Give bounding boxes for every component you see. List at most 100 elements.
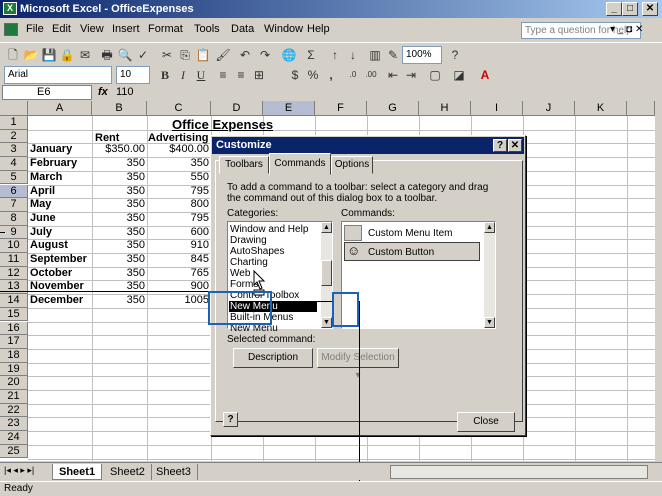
chart-wizard-icon[interactable]: ▥ <box>366 46 384 64</box>
month-cell[interactable]: December <box>28 294 92 306</box>
tab-options[interactable]: Options <box>331 156 373 174</box>
rent-cell[interactable]: $350.00 <box>92 143 147 155</box>
rent-cell[interactable]: 350 <box>92 267 147 279</box>
rent-cell[interactable]: 350 <box>92 171 147 183</box>
autosum-icon[interactable]: Σ <box>302 46 320 64</box>
command-item[interactable]: Custom Menu Item <box>368 228 452 239</box>
menu-format[interactable]: Format <box>148 23 183 35</box>
row-header[interactable]: 17 <box>0 335 28 349</box>
commands-scrollbar[interactable]: ▲ ▼ <box>484 222 495 328</box>
undo-icon[interactable]: ↶ <box>236 46 254 64</box>
sort-ascending-icon[interactable]: ↑ <box>326 46 344 64</box>
row-header[interactable]: 25 <box>0 444 28 459</box>
sheet-tab-2[interactable]: Sheet2 <box>104 464 152 480</box>
minimize-button[interactable]: _ <box>606 2 622 16</box>
advertising-cell[interactable]: 910 <box>147 239 211 251</box>
month-cell[interactable]: April <box>28 185 92 197</box>
row-header[interactable]: 15 <box>0 307 28 322</box>
category-item[interactable]: Web <box>230 268 250 279</box>
close-button[interactable]: ✕ <box>642 2 658 16</box>
sort-descending-icon[interactable]: ↓ <box>344 46 362 64</box>
scroll-up-icon[interactable]: ▲ <box>484 222 495 233</box>
font-select[interactable]: Arial <box>4 66 112 84</box>
category-item[interactable]: Drawing <box>230 235 267 246</box>
tab-commands[interactable]: Commands <box>269 153 331 175</box>
advertising-cell[interactable]: $400.00 <box>147 143 211 155</box>
scroll-up-icon[interactable]: ▲ <box>321 222 332 233</box>
fx-icon[interactable]: fx <box>98 85 108 100</box>
advertising-cell[interactable]: 765 <box>147 267 211 279</box>
advertising-cell[interactable]: 795 <box>147 212 211 224</box>
font-size-select[interactable]: 10 <box>116 66 150 84</box>
column-header[interactable]: B <box>92 101 147 116</box>
row-header[interactable]: 3 <box>0 143 28 158</box>
font-color-icon[interactable]: A <box>476 66 494 84</box>
formula-value[interactable]: 110 <box>116 85 134 100</box>
dialog-help-button[interactable]: ? <box>493 139 507 152</box>
comma-button[interactable]: , <box>322 66 340 84</box>
email-icon[interactable]: ✉ <box>76 46 94 64</box>
scroll-down-icon[interactable]: ▼ <box>484 317 495 328</box>
help-button[interactable]: ? <box>223 412 238 427</box>
modify-selection-button[interactable]: Modify Selection ▾ <box>317 348 399 381</box>
advertising-cell[interactable]: 550 <box>147 171 211 183</box>
rent-header[interactable]: Rent <box>92 132 147 144</box>
row-header[interactable]: 20 <box>0 376 28 390</box>
menu-file[interactable]: File <box>26 23 44 35</box>
rent-cell[interactable]: 350 <box>92 185 147 197</box>
column-header[interactable]: K <box>575 101 627 116</box>
sheet-tab-3[interactable]: Sheet3 <box>150 464 198 480</box>
sheet-title[interactable]: Office Expenses <box>172 117 273 132</box>
rent-cell[interactable]: 350 <box>92 253 147 265</box>
row-header[interactable]: 7 <box>0 198 28 212</box>
advertising-cell[interactable]: 350 <box>147 157 211 169</box>
open-icon[interactable]: 📂 <box>22 46 40 64</box>
excel-app-icon[interactable]: X <box>3 2 17 15</box>
format-painter-icon[interactable]: 🖌 <box>214 46 232 64</box>
month-cell[interactable]: May <box>28 198 92 210</box>
menu-tools[interactable]: Tools <box>194 23 220 35</box>
month-cell[interactable]: March <box>28 171 92 183</box>
dialog-close-button[interactable]: ✕ <box>508 139 522 152</box>
help-icon[interactable]: ? <box>446 46 464 64</box>
column-header[interactable]: G <box>367 101 419 116</box>
borders-icon[interactable]: ▢ <box>426 66 444 84</box>
month-cell[interactable]: July <box>28 226 92 238</box>
column-header[interactable]: E <box>263 101 315 116</box>
advertising-cell[interactable]: 800 <box>147 198 211 210</box>
description-button[interactable]: Description <box>233 348 313 368</box>
doc-window-controls[interactable]: ▾ _ ◘ ✕ <box>610 24 643 35</box>
column-header[interactable]: A <box>28 101 92 116</box>
scroll-thumb[interactable] <box>321 260 332 286</box>
month-cell[interactable]: August <box>28 239 92 251</box>
month-cell[interactable]: February <box>28 157 92 169</box>
advertising-cell[interactable]: 845 <box>147 253 211 265</box>
align-center-icon[interactable]: ≡ <box>232 66 250 84</box>
row-header[interactable]: 6 <box>0 184 28 199</box>
align-left-icon[interactable]: ≡ <box>214 66 232 84</box>
advertising-cell[interactable]: 795 <box>147 185 211 197</box>
row-header[interactable]: 1 <box>0 116 28 130</box>
column-header[interactable]: F <box>315 101 367 116</box>
row-header[interactable]: 22 <box>0 403 28 418</box>
copy-icon[interactable]: ⎘ <box>176 46 194 64</box>
italic-button[interactable]: I <box>174 66 192 84</box>
row-header[interactable]: 14 <box>0 294 28 308</box>
advertising-header[interactable]: Advertising <box>147 132 211 144</box>
merge-center-icon[interactable]: ⊞ <box>250 66 268 84</box>
rent-cell[interactable]: 350 <box>92 198 147 210</box>
row-header[interactable]: 13 <box>0 280 28 295</box>
rent-cell[interactable]: 350 <box>92 212 147 224</box>
row-header[interactable]: 23 <box>0 417 28 432</box>
menu-insert[interactable]: Insert <box>112 23 140 35</box>
bold-button[interactable]: B <box>156 66 174 84</box>
horizontal-scrollbar[interactable] <box>390 465 648 479</box>
menu-edit[interactable]: Edit <box>52 23 71 35</box>
cut-icon[interactable]: ✂ <box>158 46 176 64</box>
paste-icon[interactable]: 📋 <box>194 46 212 64</box>
rent-cell[interactable]: 350 <box>92 294 147 306</box>
rent-cell[interactable]: 350 <box>92 239 147 251</box>
redo-icon[interactable]: ↷ <box>256 46 274 64</box>
menu-view[interactable]: View <box>80 23 104 35</box>
column-header-blank[interactable] <box>627 101 655 116</box>
